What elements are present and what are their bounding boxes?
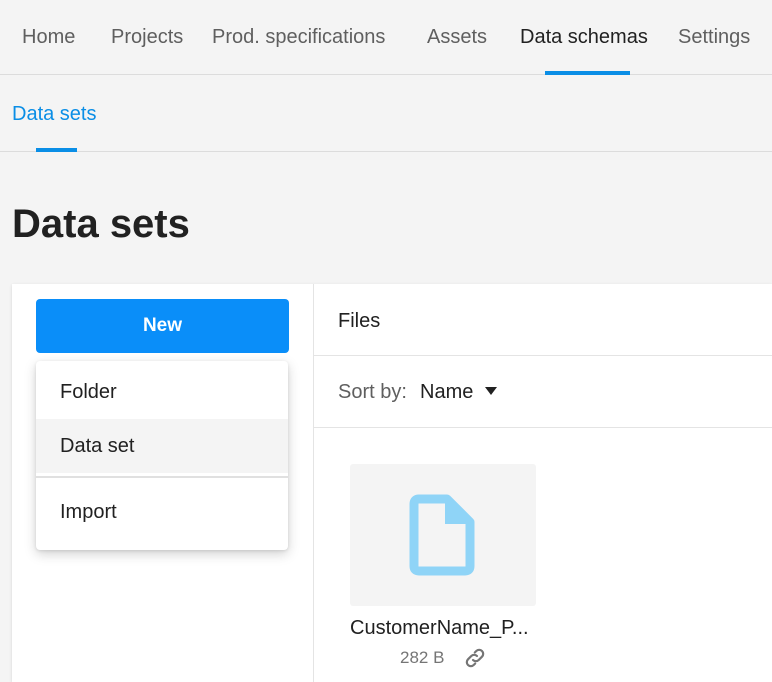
- new-button[interactable]: New: [36, 299, 289, 353]
- menu-item-folder[interactable]: Folder: [36, 365, 288, 419]
- active-subtab-indicator: [36, 148, 77, 152]
- new-dropdown-menu: Folder Data set Import: [36, 361, 288, 550]
- sort-label: Sort by:: [338, 381, 407, 403]
- tab-projects[interactable]: Projects: [111, 0, 183, 75]
- menu-item-data-set[interactable]: Data set: [36, 419, 288, 473]
- tab-home[interactable]: Home: [22, 0, 75, 75]
- top-navigation: Home Projects Prod. specifications Asset…: [0, 0, 772, 75]
- tab-data-schemas[interactable]: Data schemas: [520, 0, 648, 75]
- tab-prod-specifications[interactable]: Prod. specifications: [212, 0, 385, 75]
- files-title: Files: [338, 310, 381, 332]
- sort-value: Name: [420, 381, 474, 403]
- sort-dropdown[interactable]: Name: [420, 356, 498, 428]
- menu-item-import[interactable]: Import: [36, 485, 288, 539]
- sort-bar: Sort by: Name: [314, 356, 772, 428]
- caret-down-icon: [485, 386, 498, 395]
- left-pane: New Folder Data set Import: [12, 284, 314, 682]
- file-name[interactable]: CustomerName_P...: [350, 617, 540, 640]
- file-size: 282 B: [400, 648, 445, 667]
- file-icon: [409, 494, 475, 576]
- tab-settings[interactable]: Settings: [678, 0, 750, 75]
- page-title: Data sets: [12, 202, 190, 246]
- sub-navigation: Data sets: [0, 75, 772, 152]
- file-tile[interactable]: [350, 464, 536, 606]
- files-header: Files: [314, 284, 772, 356]
- link-icon[interactable]: [463, 646, 487, 670]
- subtab-data-sets[interactable]: Data sets: [12, 75, 96, 152]
- menu-divider: [36, 476, 288, 478]
- tab-assets[interactable]: Assets: [427, 0, 487, 75]
- content-card: New Folder Data set Import Files Sort by…: [12, 284, 772, 682]
